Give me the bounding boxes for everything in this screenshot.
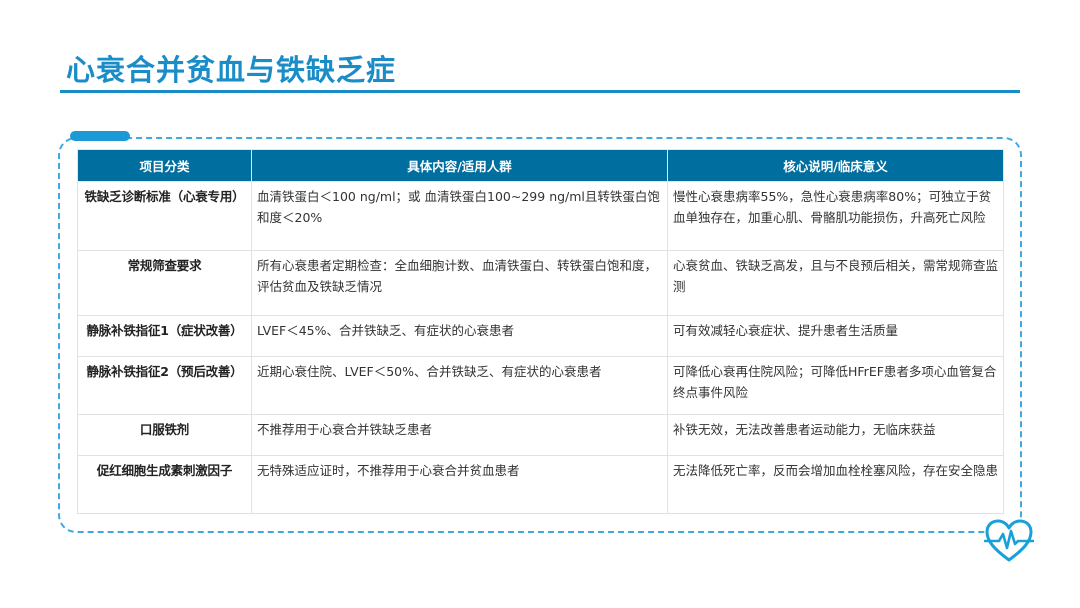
row-content: 不推荐用于心衰合并铁缺乏患者 (251, 414, 668, 456)
row-meaning: 可降低心衰再住院风险；可降低HFrEF患者多项心血管复合终点事件风险 (667, 356, 1004, 415)
table-row: 静脉补铁指征2（预后改善） 近期心衰住院、LVEF＜50%、合并铁缺乏、有症状的… (77, 356, 1004, 415)
table-row: 铁缺乏诊断标准（心衰专用） 血清铁蛋白＜100 ng/ml；或 血清铁蛋白100… (77, 181, 1004, 251)
header-category: 项目分类 (77, 149, 252, 182)
row-category: 静脉补铁指征2（预后改善） (77, 356, 252, 415)
row-meaning: 可有效减轻心衰症状、提升患者生活质量 (667, 315, 1004, 357)
info-table: 项目分类 具体内容/适用人群 核心说明/临床意义 铁缺乏诊断标准（心衰专用） 血… (77, 149, 1004, 514)
header-content: 具体内容/适用人群 (251, 149, 668, 182)
table-row: 口服铁剂 不推荐用于心衰合并铁缺乏患者 补铁无效，无法改善患者运动能力，无临床获… (77, 414, 1004, 456)
row-content: 近期心衰住院、LVEF＜50%、合并铁缺乏、有症状的心衰患者 (251, 356, 668, 415)
frame-tab-accent (70, 131, 130, 141)
row-category: 促红细胞生成素刺激因子 (77, 455, 252, 514)
row-meaning: 心衰贫血、铁缺乏高发，且与不良预后相关，需常规筛查监测 (667, 250, 1004, 316)
table-row: 促红细胞生成素刺激因子 无特殊适应证时，不推荐用于心衰合并贫血患者 无法降低死亡… (77, 455, 1004, 514)
row-meaning: 慢性心衰患病率55%，急性心衰患病率80%；可独立于贫血单独存在，加重心肌、骨骼… (667, 181, 1004, 251)
heart-pulse-icon (984, 519, 1034, 562)
row-content: 所有心衰患者定期检查：全血细胞计数、血清铁蛋白、转铁蛋白饱和度，评估贫血及铁缺乏… (251, 250, 668, 316)
row-meaning: 无法降低死亡率，反而会增加血栓栓塞风险，存在安全隐患 (667, 455, 1004, 514)
table-row: 常规筛查要求 所有心衰患者定期检查：全血细胞计数、血清铁蛋白、转铁蛋白饱和度，评… (77, 250, 1004, 316)
row-content: 血清铁蛋白＜100 ng/ml；或 血清铁蛋白100~299 ng/ml且转铁蛋… (251, 181, 668, 251)
slide-title: 心衰合并贫血与铁缺乏症 (66, 53, 397, 87)
row-category: 铁缺乏诊断标准（心衰专用） (77, 181, 252, 251)
row-category: 口服铁剂 (77, 414, 252, 456)
row-content: 无特殊适应证时，不推荐用于心衰合并贫血患者 (251, 455, 668, 514)
table-header-row: 项目分类 具体内容/适用人群 核心说明/临床意义 (77, 149, 1004, 182)
row-content: LVEF＜45%、合并铁缺乏、有症状的心衰患者 (251, 315, 668, 357)
row-category: 常规筛查要求 (77, 250, 252, 316)
table-row: 静脉补铁指征1（症状改善） LVEF＜45%、合并铁缺乏、有症状的心衰患者 可有… (77, 315, 1004, 357)
title-underline (60, 90, 1020, 93)
header-meaning: 核心说明/临床意义 (667, 149, 1004, 182)
row-category: 静脉补铁指征1（症状改善） (77, 315, 252, 357)
row-meaning: 补铁无效，无法改善患者运动能力，无临床获益 (667, 414, 1004, 456)
